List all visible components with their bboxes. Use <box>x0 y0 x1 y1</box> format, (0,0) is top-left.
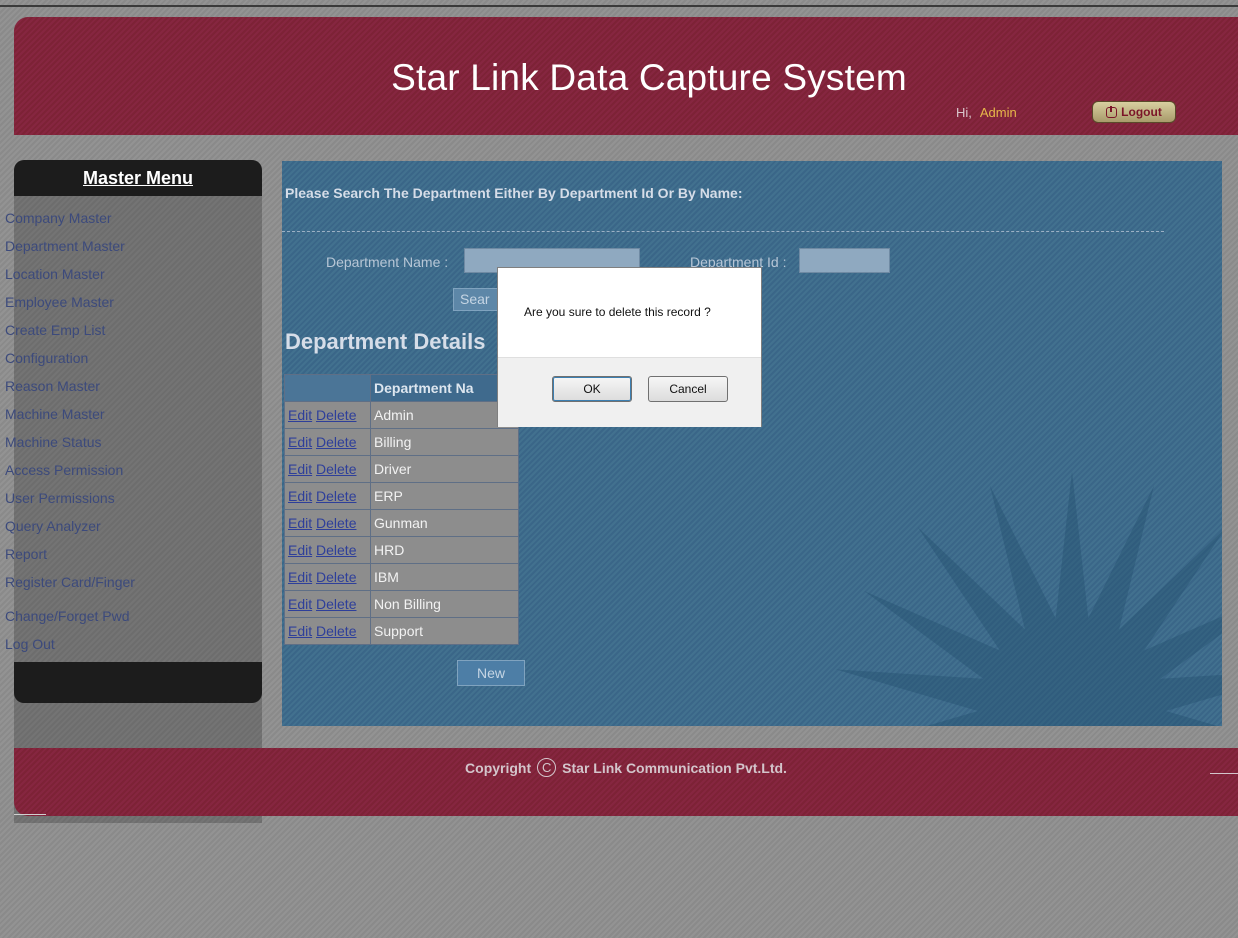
top-border-line <box>0 5 1238 7</box>
sidebar-item-location-master[interactable]: Location Master <box>5 266 105 282</box>
department-table: Department Na Edit Delete Admin Edit Del… <box>284 374 519 645</box>
sidebar-item-configuration[interactable]: Configuration <box>5 350 88 366</box>
edit-link[interactable]: Edit <box>288 542 312 558</box>
sidebar-item-machine-master[interactable]: Machine Master <box>5 406 105 422</box>
copyright-icon: C <box>537 758 557 777</box>
department-details-heading: Department Details <box>285 329 486 354</box>
sidebar-title: Master Menu <box>82 168 194 188</box>
edit-link[interactable]: Edit <box>288 515 312 531</box>
edit-link[interactable]: Edit <box>288 623 312 639</box>
delete-link[interactable]: Delete <box>316 596 356 612</box>
edit-link[interactable]: Edit <box>288 596 312 612</box>
sidebar-item-change-forget-pwd[interactable]: Change/Forget Pwd <box>5 608 130 624</box>
department-name-cell: Driver <box>370 455 519 483</box>
department-name-cell: Billing <box>370 428 519 456</box>
sidebar-item-report[interactable]: Report <box>5 546 47 562</box>
delete-link[interactable]: Delete <box>316 623 356 639</box>
table-row: Edit Delete Gunman <box>284 509 519 537</box>
actions-header <box>284 374 371 402</box>
greeting: Hi, Admin <box>956 105 1017 120</box>
company-name: Star Link Communication Pvt.Ltd. <box>562 759 787 776</box>
power-icon <box>1106 105 1118 118</box>
sidebar-item-reason-master[interactable]: Reason Master <box>5 378 100 394</box>
sidebar-menu <box>14 196 262 823</box>
sidebar-item-machine-status[interactable]: Machine Status <box>5 434 102 450</box>
sidebar-item-log-out[interactable]: Log Out <box>5 636 55 652</box>
edit-link[interactable]: Edit <box>288 461 312 477</box>
search-heading: Please Search The Department Either By D… <box>285 185 743 201</box>
sidebar-item-register-card-finger[interactable]: Register Card/Finger <box>5 574 135 590</box>
greeting-text: Hi, <box>956 105 972 120</box>
footer-bar: Copyright C Star Link Communication Pvt.… <box>14 748 1238 816</box>
delete-link[interactable]: Delete <box>316 542 356 558</box>
delete-link[interactable]: Delete <box>316 461 356 477</box>
sidebar-footer <box>14 662 262 703</box>
table-row: Edit Delete IBM <box>284 563 519 591</box>
ok-button[interactable]: OK <box>552 376 632 402</box>
edit-link[interactable]: Edit <box>288 407 312 423</box>
sidebar-item-query-analyzer[interactable]: Query Analyzer <box>5 518 101 534</box>
table-header-row: Department Na <box>284 374 519 402</box>
delete-link[interactable]: Delete <box>316 488 356 504</box>
edit-link[interactable]: Edit <box>288 434 312 450</box>
footer-divider <box>1210 773 1238 774</box>
app-title: Star Link Data Capture System <box>391 57 907 98</box>
new-button[interactable]: New <box>457 660 525 686</box>
table-row: Edit Delete Driver <box>284 455 519 483</box>
sidebar-item-employee-master[interactable]: Employee Master <box>5 294 114 310</box>
divider <box>282 231 1164 232</box>
dialog-message: Are you sure to delete this record ? <box>524 305 711 319</box>
table-row: Edit Delete Billing <box>284 428 519 456</box>
sunburst-decoration <box>835 471 1222 726</box>
delete-link[interactable]: Delete <box>316 407 356 423</box>
sidebar-item-department-master[interactable]: Department Master <box>5 238 125 254</box>
copyright-label: Copyright <box>465 759 532 776</box>
table-row: Edit Delete HRD <box>284 536 519 564</box>
sidebar-item-user-permissions[interactable]: User Permissions <box>5 490 115 506</box>
department-name-cell: IBM <box>370 563 519 591</box>
confirm-dialog: Are you sure to delete this record ? OK … <box>497 267 762 427</box>
sidebar-item-company-master[interactable]: Company Master <box>5 210 112 226</box>
copyright: Copyright C Star Link Communication Pvt.… <box>14 758 1238 777</box>
edit-link[interactable]: Edit <box>288 569 312 585</box>
cancel-button[interactable]: Cancel <box>648 376 728 402</box>
header-bar: Star Link Data Capture System <box>14 17 1238 135</box>
bottom-divider <box>14 814 46 815</box>
department-name-label: Department Name : <box>326 254 449 270</box>
current-user: Admin <box>979 105 1017 120</box>
department-name-cell: HRD <box>370 536 519 564</box>
department-name-cell: ERP <box>370 482 519 510</box>
edit-link[interactable]: Edit <box>288 488 312 504</box>
department-name-cell: Support <box>370 617 519 645</box>
department-name-cell: Gunman <box>370 509 519 537</box>
table-row: Edit Delete Non Billing <box>284 590 519 618</box>
delete-link[interactable]: Delete <box>316 515 356 531</box>
sidebar-item-create-emp-list[interactable]: Create Emp List <box>5 322 105 338</box>
sidebar-item-access-permission[interactable]: Access Permission <box>5 462 123 478</box>
main-panel: Please Search The Department Either By D… <box>282 161 1222 726</box>
department-name-cell: Non Billing <box>370 590 519 618</box>
delete-link[interactable]: Delete <box>316 569 356 585</box>
department-id-input[interactable] <box>799 248 890 273</box>
logout-label: Logout <box>1121 105 1162 119</box>
table-row: Edit Delete ERP <box>284 482 519 510</box>
table-row: Edit Delete Admin <box>284 401 519 429</box>
logout-button[interactable]: Logout <box>1092 101 1176 123</box>
delete-link[interactable]: Delete <box>316 434 356 450</box>
table-row: Edit Delete Support <box>284 617 519 645</box>
